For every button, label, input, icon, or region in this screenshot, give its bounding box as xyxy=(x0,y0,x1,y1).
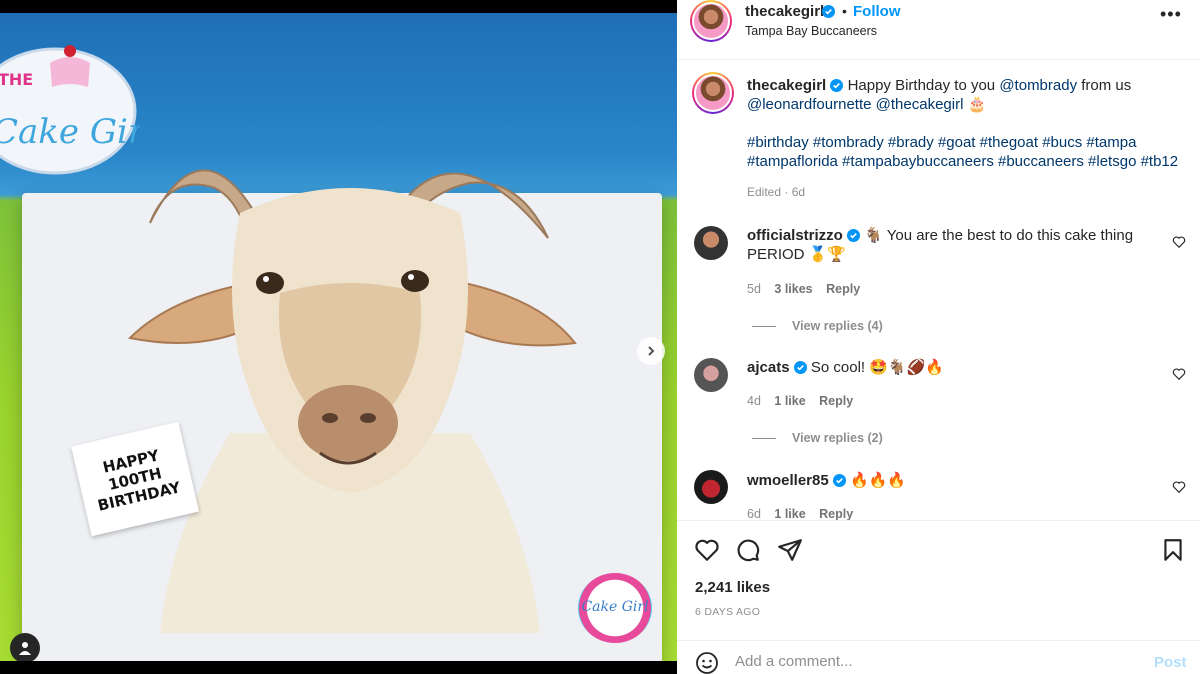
hashtags-line-1[interactable]: #birthday #tombrady #brady #goat #thegoa… xyxy=(747,133,1187,152)
view-replies-button[interactable]: View replies (4) xyxy=(752,319,883,333)
comment-likes[interactable]: 1 like xyxy=(774,507,805,520)
post-media: THE Cake Girl xyxy=(0,0,677,674)
comment-body: wmoeller85 🔥🔥🔥 xyxy=(747,471,1147,490)
verified-badge-icon xyxy=(793,361,807,374)
post-comment-button[interactable]: Post xyxy=(1154,654,1187,671)
commenter-avatar[interactable] xyxy=(694,358,728,392)
post-header: thecakegirl • Follow Tampa Bay Buccaneer… xyxy=(677,0,1200,60)
comment-likes[interactable]: 1 like xyxy=(774,394,805,408)
verified-badge-icon xyxy=(822,5,835,18)
mention-leonardfournette[interactable]: @leonardfournette xyxy=(747,96,871,113)
view-replies-label[interactable]: View replies (4) xyxy=(792,319,883,333)
post-location[interactable]: Tampa Bay Buccaneers xyxy=(745,24,877,38)
caption-edited-time: Edited · 6d xyxy=(747,185,806,199)
commenter-username[interactable]: wmoeller85 xyxy=(747,472,829,489)
mention-tombrady[interactable]: @tombrady xyxy=(999,77,1077,94)
comment-meta: 6d 1 like Reply xyxy=(747,507,853,520)
hashtags-line-2[interactable]: #tampaflorida #tampabaybuccaneers #bucca… xyxy=(747,152,1187,171)
emoji-icon[interactable] xyxy=(695,651,719,674)
cake-girl-watermark: Cake Girl xyxy=(578,573,652,643)
mention-thecakegirl[interactable]: @thecakegirl xyxy=(876,96,964,113)
comments-scroll-area[interactable]: thecakegirl Happy Birthday to you @tombr… xyxy=(677,60,1200,520)
commenter-avatar[interactable] xyxy=(694,226,728,260)
caption-avatar[interactable] xyxy=(692,72,734,114)
reply-button[interactable]: Reply xyxy=(826,282,860,296)
post-date: 6 DAYS AGO xyxy=(695,606,761,618)
heart-icon[interactable] xyxy=(694,537,720,563)
view-replies-button[interactable]: View replies (2) xyxy=(752,431,883,445)
likes-count[interactable]: 2,241 likes xyxy=(695,579,770,596)
follow-button[interactable]: Follow xyxy=(853,3,901,20)
heart-icon[interactable] xyxy=(1172,235,1186,249)
comment-age: 6d xyxy=(747,507,761,520)
instagram-post-modal: THE Cake Girl xyxy=(0,0,1200,674)
post-details-panel: thecakegirl • Follow Tampa Bay Buccaneer… xyxy=(677,0,1200,674)
watermark-text: Cake Girl xyxy=(581,599,649,615)
comment-age: 5d xyxy=(747,282,761,296)
comment-likes[interactable]: 3 likes xyxy=(774,282,812,296)
reply-button[interactable]: Reply xyxy=(819,507,853,520)
comment-text: 🔥🔥🔥 xyxy=(850,472,907,489)
tagged-users-button[interactable] xyxy=(10,633,40,661)
heart-icon[interactable] xyxy=(1172,367,1186,381)
verified-badge-icon xyxy=(830,79,844,92)
more-options-button[interactable]: ••• xyxy=(1160,4,1182,25)
caption-emoji: 🎂 xyxy=(967,96,987,113)
view-replies-label[interactable]: View replies (2) xyxy=(792,431,883,445)
heart-icon[interactable] xyxy=(1172,480,1186,494)
commenter-username[interactable]: ajcats xyxy=(747,359,790,376)
commenter-avatar[interactable] xyxy=(694,470,728,504)
comment-meta: 5d 3 likes Reply xyxy=(747,282,860,296)
comment-input[interactable] xyxy=(735,653,1115,670)
caption-username[interactable]: thecakegirl xyxy=(747,77,826,94)
chevron-right-icon xyxy=(648,346,655,356)
goat-cake-illustration xyxy=(127,169,577,633)
caption-hashtags[interactable]: #birthday #tombrady #brady #goat #thegoa… xyxy=(747,133,1187,171)
caption-text: thecakegirl Happy Birthday to you @tombr… xyxy=(747,76,1177,114)
post-actions: 2,241 likes 6 DAYS AGO xyxy=(677,520,1200,640)
comment-meta: 4d 1 like Reply xyxy=(747,394,853,408)
user-tag-icon xyxy=(19,642,31,655)
verified-badge-icon xyxy=(847,229,861,242)
post-photo: THE Cake Girl xyxy=(0,13,677,661)
comment-age: 4d xyxy=(747,394,761,408)
reply-button[interactable]: Reply xyxy=(819,394,853,408)
author-username[interactable]: thecakegirl xyxy=(745,3,824,20)
comment-body: ajcats So cool! 🤩🐐🏈🔥 xyxy=(747,358,1147,377)
comment-body: officialstrizzo 🐐 You are the best to do… xyxy=(747,226,1147,264)
comment-text: So cool! 🤩🐐🏈🔥 xyxy=(810,359,944,376)
caption-text-mid: from us xyxy=(1077,77,1132,94)
share-icon[interactable] xyxy=(777,537,803,563)
commenter-username[interactable]: officialstrizzo xyxy=(747,227,843,244)
caption-text-before: Happy Birthday to you xyxy=(847,77,1000,94)
next-photo-button[interactable] xyxy=(637,337,665,365)
comment-composer: Post xyxy=(677,640,1200,674)
comment-icon[interactable] xyxy=(735,537,761,563)
verified-badge-icon xyxy=(832,474,846,487)
header-separator: • xyxy=(842,3,847,19)
bookmark-icon[interactable] xyxy=(1160,537,1186,563)
author-avatar[interactable] xyxy=(690,0,732,42)
